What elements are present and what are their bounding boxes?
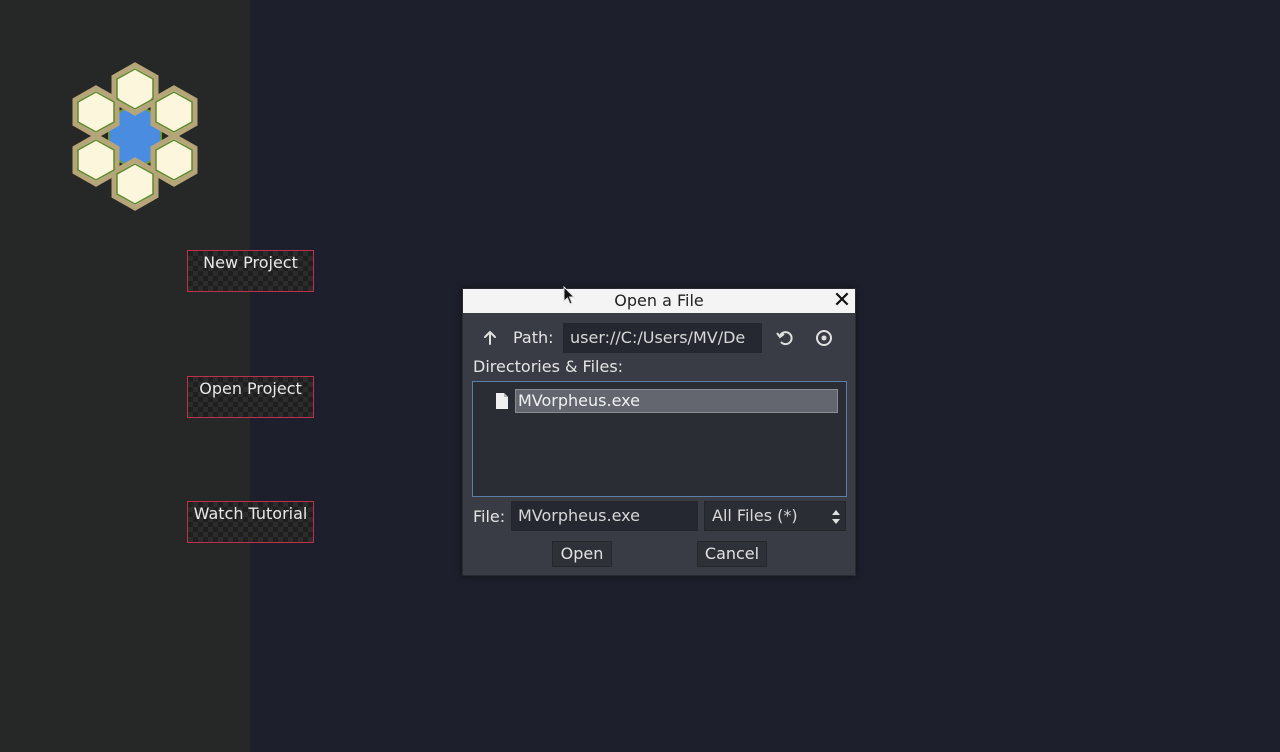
open-file-dialog: Open a File ✕ Path: user://C:/Users/MV/D… — [462, 288, 856, 576]
list-item[interactable]: MVorpheus.exe — [493, 389, 838, 413]
watch-tutorial-label: Watch Tutorial — [193, 504, 308, 523]
select-arrows-icon — [832, 510, 840, 524]
hexagon-logo — [72, 62, 198, 211]
cancel-button[interactable]: Cancel — [697, 541, 767, 567]
new-project-label: New Project — [203, 253, 298, 272]
app-window: New Project Open Project Watch Tutorial … — [0, 0, 1280, 752]
refresh-icon[interactable] — [775, 328, 795, 348]
path-label: Path: — [513, 328, 554, 347]
file-name: MVorpheus.exe — [515, 389, 838, 413]
file-icon — [496, 393, 508, 409]
file-filter-select[interactable]: All Files (*) — [704, 501, 846, 531]
watch-tutorial-button[interactable]: Watch Tutorial — [187, 501, 314, 543]
up-arrow-icon[interactable] — [481, 329, 499, 347]
mouse-cursor-icon — [563, 286, 576, 305]
file-name-input[interactable]: MVorpheus.exe — [511, 501, 698, 531]
eye-icon[interactable] — [814, 328, 834, 348]
file-label: File: — [473, 507, 506, 526]
directories-files-label: Directories & Files: — [473, 357, 624, 376]
path-row: Path: user://C:/Users/MV/De — [473, 323, 845, 353]
dialog-title: Open a File — [614, 291, 704, 310]
open-button[interactable]: Open — [552, 541, 612, 567]
file-list[interactable]: MVorpheus.exe — [472, 381, 847, 497]
open-project-label: Open Project — [199, 379, 302, 398]
open-project-button[interactable]: Open Project — [187, 376, 314, 418]
path-input[interactable]: user://C:/Users/MV/De — [563, 323, 762, 353]
new-project-button[interactable]: New Project — [187, 250, 314, 292]
file-filter-value: All Files (*) — [712, 506, 798, 525]
dialog-titlebar[interactable]: Open a File ✕ — [463, 289, 855, 313]
close-icon[interactable]: ✕ — [831, 289, 853, 313]
